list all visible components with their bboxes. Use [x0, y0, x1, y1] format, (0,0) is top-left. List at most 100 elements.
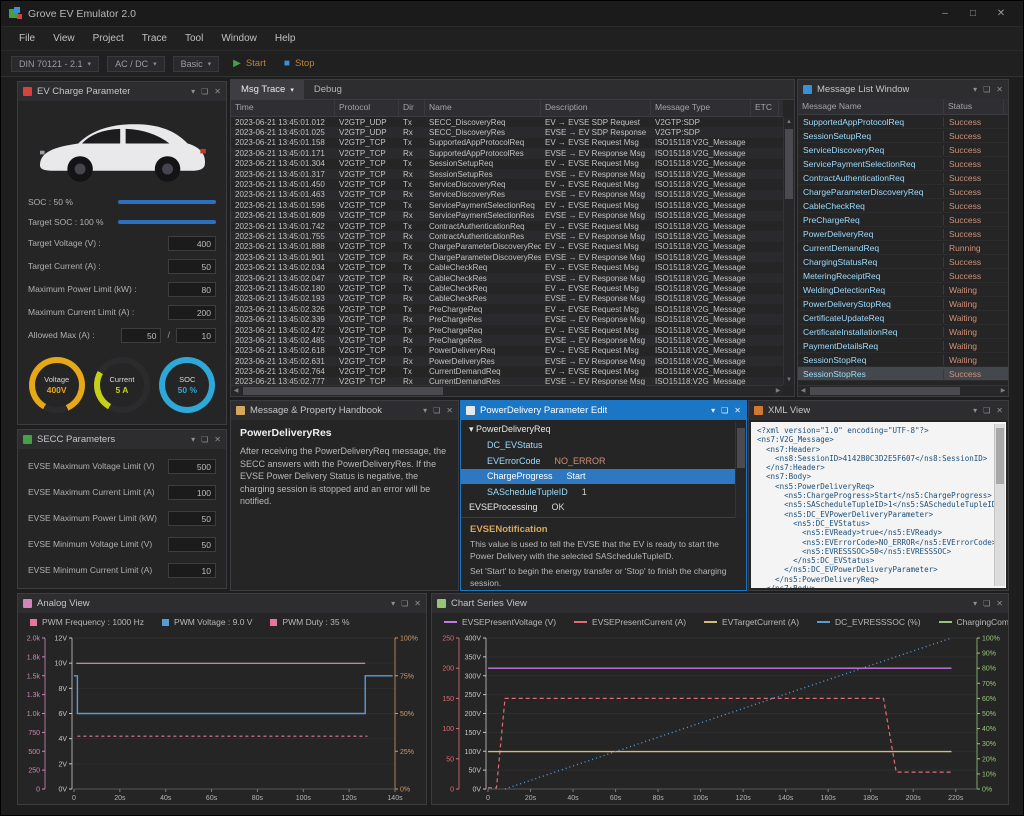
analog-chart[interactable]: 2.0k1.8k1.5k1.3k1.0k750500250012V10V8V6V… — [18, 631, 426, 805]
property-tree-row[interactable]: ▾ PowerDeliveryReq — [461, 422, 736, 438]
trace-vertical-scrollbar[interactable]: ▲ ▼ — [783, 117, 794, 385]
property-value[interactable]: Start — [567, 471, 586, 481]
trace-row[interactable]: 2023-06-21 13:45:01.596V2GTP_TCPTxServic… — [231, 200, 783, 210]
trace-row[interactable]: 2023-06-21 13:45:02.472V2GTP_TCPTxPreCha… — [231, 325, 783, 335]
message-list-row[interactable]: ServicePaymentSelectionReqSuccess — [798, 157, 1008, 171]
scroll-right-icon[interactable]: ▶ — [998, 386, 1008, 396]
message-list-row[interactable]: SupportedAppProtocolReqSuccess — [798, 115, 1008, 129]
trace-row[interactable]: 2023-06-21 13:45:02.618V2GTP_TCPTxPowerD… — [231, 346, 783, 356]
tab-msg-trace[interactable]: Msg Trace ▾ — [231, 80, 304, 99]
trace-column-dir[interactable]: Dir — [399, 100, 425, 116]
panel-float-icon[interactable]: ❏ — [201, 87, 208, 96]
legend-item[interactable]: EVSEPresentCurrent (A) — [574, 617, 686, 627]
panel-float-icon[interactable]: ❏ — [983, 406, 990, 415]
panel-float-icon[interactable]: ❏ — [721, 406, 728, 415]
message-list-row[interactable]: PaymentDetailsReqWaiting — [798, 339, 1008, 353]
panel-close-icon[interactable]: ✕ — [996, 406, 1003, 415]
trace-column-time[interactable]: Time — [231, 100, 335, 116]
trace-row[interactable]: 2023-06-21 13:45:02.047V2GTP_TCPRxCableC… — [231, 273, 783, 283]
menu-item-tool[interactable]: Tool — [177, 30, 211, 47]
maximize-button[interactable]: □ — [959, 8, 987, 19]
ev-field-input[interactable]: 80 — [168, 282, 216, 297]
legend-item[interactable]: EVTargetCurrent (A) — [704, 617, 799, 627]
panel-float-icon[interactable]: ❏ — [983, 599, 990, 608]
property-tree-scrollbar[interactable] — [735, 422, 746, 518]
message-list-row[interactable]: MeteringReceiptReqSuccess — [798, 269, 1008, 283]
property-value[interactable]: NO_ERROR — [555, 456, 606, 466]
trace-row[interactable]: 2023-06-21 13:45:01.901V2GTP_TCPRxCharge… — [231, 252, 783, 262]
trace-row[interactable]: 2023-06-21 13:45:02.034V2GTP_TCPTxCableC… — [231, 262, 783, 272]
trace-column-etc[interactable]: ETC — [751, 100, 779, 116]
trace-vscroll-thumb[interactable] — [785, 129, 793, 199]
menu-item-window[interactable]: Window — [213, 30, 265, 47]
legend-item[interactable]: PWM Duty : 35 % — [270, 617, 349, 627]
trace-column-message-type[interactable]: Message Type — [651, 100, 751, 116]
panel-close-icon[interactable]: ✕ — [414, 599, 421, 608]
panel-menu-icon[interactable]: ▾ — [973, 406, 977, 415]
message-list-row[interactable]: ChargingStatusReqSuccess — [798, 255, 1008, 269]
trace-row[interactable]: 2023-06-21 13:45:02.764V2GTP_TCPTxCurren… — [231, 366, 783, 376]
legend-item[interactable]: DC_EVRESSSOC (%) — [817, 617, 921, 627]
scroll-left-icon[interactable]: ◀ — [231, 386, 241, 396]
xml-code-view[interactable]: <?xml version="1.0" encoding="UTF-8"?><n… — [751, 422, 1006, 588]
trace-column-protocol[interactable]: Protocol — [335, 100, 399, 116]
panel-menu-icon[interactable]: ▾ — [191, 87, 195, 96]
property-tree-row[interactable]: DC_EVStatus — [461, 438, 736, 454]
stop-button[interactable]: ■ Stop — [280, 56, 319, 71]
scroll-right-icon[interactable]: ▶ — [773, 386, 783, 396]
panel-float-icon[interactable]: ❏ — [201, 435, 208, 444]
panel-close-icon[interactable]: ✕ — [214, 87, 221, 96]
ev-field-input[interactable]: 50 — [168, 259, 216, 274]
message-list-row[interactable]: WeldingDetectionReqWaiting — [798, 283, 1008, 297]
property-tree-row[interactable]: EVErrorCodeNO_ERROR — [461, 453, 736, 469]
trace-row[interactable]: 2023-06-21 13:45:02.339V2GTP_TCPRxPreCha… — [231, 314, 783, 324]
legend-item[interactable]: PWM Frequency : 1000 Hz — [30, 617, 144, 627]
panel-menu-icon[interactable]: ▾ — [391, 599, 395, 608]
trace-row[interactable]: 2023-06-21 13:45:01.755V2GTP_TCPRxContra… — [231, 231, 783, 241]
trace-column-name[interactable]: Name — [425, 100, 541, 116]
secc-field-input[interactable]: 500 — [168, 459, 216, 474]
property-value[interactable]: 1 — [582, 487, 587, 497]
panel-close-icon[interactable]: ✕ — [734, 406, 741, 415]
secc-field-input[interactable]: 100 — [168, 485, 216, 500]
trace-row[interactable]: 2023-06-21 13:45:01.012V2GTP_UDPTxSECC_D… — [231, 117, 783, 127]
message-list-column[interactable]: Message Name — [798, 99, 944, 114]
panel-close-icon[interactable]: ✕ — [214, 435, 221, 444]
start-button[interactable]: ▶ Start — [229, 56, 270, 71]
trace-row[interactable]: 2023-06-21 13:45:01.304V2GTP_TCPTxSessio… — [231, 159, 783, 169]
legend-item[interactable]: EVSEPresentVoltage (V) — [444, 617, 556, 627]
secc-field-input[interactable]: 50 — [168, 537, 216, 552]
message-list-row[interactable]: PowerDeliveryReqSuccess — [798, 227, 1008, 241]
trace-row[interactable]: 2023-06-21 13:45:01.742V2GTP_TCPTxContra… — [231, 221, 783, 231]
trace-row[interactable]: 2023-06-21 13:45:02.180V2GTP_TCPTxCableC… — [231, 283, 783, 293]
xml-scrollbar[interactable] — [994, 424, 1005, 586]
trace-row[interactable]: 2023-06-21 13:45:01.317V2GTP_TCPRxSessio… — [231, 169, 783, 179]
toolbar-combo-1[interactable]: AC / DC▾ — [107, 56, 165, 72]
panel-close-icon[interactable]: ✕ — [996, 599, 1003, 608]
message-list-row[interactable]: ServiceDiscoveryReqSuccess — [798, 143, 1008, 157]
message-list-row[interactable]: PreChargeReqSuccess — [798, 213, 1008, 227]
property-value[interactable]: OK — [552, 502, 565, 512]
soc-slider[interactable] — [118, 200, 216, 204]
panel-menu-icon[interactable]: ▾ — [973, 85, 977, 94]
secc-field-input[interactable]: 10 — [168, 563, 216, 578]
panel-float-icon[interactable]: ❏ — [433, 406, 440, 415]
message-list-row[interactable]: CableCheckReqSuccess — [798, 199, 1008, 213]
message-list-row[interactable]: PowerDeliveryStopReqWaiting — [798, 297, 1008, 311]
message-list-column[interactable]: Status — [944, 99, 1004, 114]
panel-menu-icon[interactable]: ▾ — [973, 599, 977, 608]
menu-item-view[interactable]: View — [45, 30, 83, 47]
message-list-row[interactable]: CertificateUpdateReqWaiting — [798, 311, 1008, 325]
trace-hscroll-thumb[interactable] — [243, 387, 443, 395]
trace-row[interactable]: 2023-06-21 13:45:01.171V2GTP_TCPRxSuppor… — [231, 148, 783, 158]
tab-debug[interactable]: Debug — [304, 80, 352, 99]
trace-horizontal-scrollbar[interactable]: ◀ ▶ — [231, 385, 783, 396]
message-list-row[interactable]: SessionSetupReqSuccess — [798, 129, 1008, 143]
toolbar-combo-0[interactable]: DIN 70121 - 2.1▾ — [11, 56, 99, 72]
menu-item-file[interactable]: File — [11, 30, 43, 47]
message-list-hscroll-thumb[interactable] — [810, 387, 960, 395]
minimize-button[interactable]: – — [931, 8, 959, 19]
message-list-row[interactable]: CertificateInstallationReqWaiting — [798, 325, 1008, 339]
menu-item-project[interactable]: Project — [85, 30, 132, 47]
property-tree-scroll-thumb[interactable] — [737, 428, 745, 468]
